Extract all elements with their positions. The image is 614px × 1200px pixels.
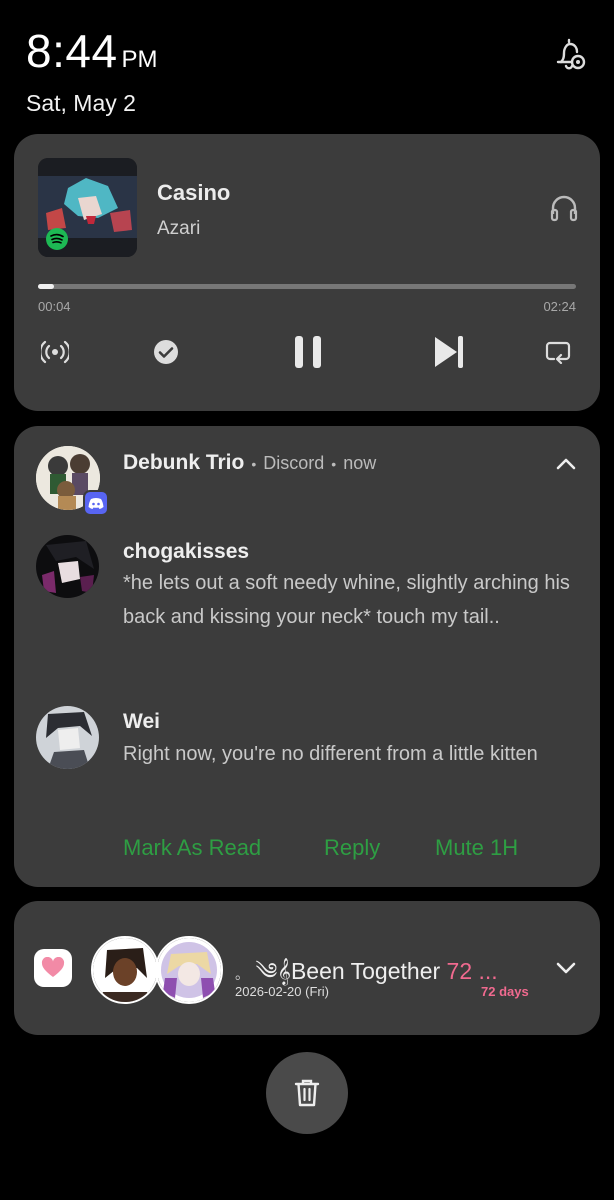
been-together-card[interactable]: 。 ༄𝄞Been Together 72 ... 2026-02-20 (Fri… (14, 901, 600, 1035)
clock-time: 8:44 (26, 25, 118, 77)
reply-button[interactable]: Reply (324, 835, 380, 861)
mute-button[interactable]: Mute 1H (435, 835, 518, 861)
clear-all-button[interactable] (266, 1052, 348, 1134)
discord-notification-card[interactable]: Debunk Trio • Discord • now chogakisses … (14, 426, 600, 887)
headphones-icon[interactable] (550, 194, 578, 222)
title-label: Been Together (290, 958, 441, 984)
message-author: chogakisses (123, 540, 250, 563)
avatar (155, 936, 223, 1004)
elapsed-time: 00:04 (38, 299, 71, 314)
song-title: Casino (157, 180, 231, 205)
media-player-card[interactable]: Casino Azari 00:04 02:24 (14, 134, 600, 411)
duration-time: 02:24 (543, 299, 576, 314)
clock: 8:44 PM (26, 28, 158, 74)
title-decoration: ༄𝄞 (255, 958, 291, 984)
song-artist: Azari (157, 218, 201, 239)
album-art (38, 158, 137, 257)
avatar (36, 535, 99, 598)
heart-app-icon (34, 949, 72, 987)
broadcast-icon[interactable] (38, 335, 72, 369)
pause-button[interactable] (288, 332, 328, 372)
mark-as-read-button[interactable]: Mark As Read (123, 835, 261, 861)
together-title: 。 ༄𝄞Been Together 72 ... (235, 946, 498, 1011)
date: Sat, May 2 (26, 90, 136, 116)
chevron-up-icon[interactable] (554, 452, 578, 476)
message-author: Wei (123, 710, 160, 733)
skip-next-button[interactable] (431, 332, 467, 372)
title-prefix: 。 (235, 966, 249, 982)
start-date: 2026-02-20 (Fri) (235, 984, 329, 999)
title-days: 72 ... (446, 958, 498, 984)
skip-next-icon (435, 336, 463, 368)
group-name: Debunk Trio (123, 451, 245, 474)
repeat-icon[interactable] (541, 335, 575, 369)
notification-header: Debunk Trio • Discord • now (123, 451, 376, 475)
separator-dot: • (331, 456, 337, 472)
message-text: Right now, you're no different from a li… (123, 743, 538, 765)
app-name: Discord (263, 453, 325, 473)
pause-icon (295, 336, 321, 368)
notification-time: now (343, 453, 377, 473)
progress-fill (38, 284, 55, 289)
clock-ampm: PM (121, 46, 158, 73)
status-header: 8:44 PM Sat, May 2 (26, 28, 158, 117)
check-circle-icon[interactable] (149, 335, 183, 369)
discord-icon (83, 490, 109, 516)
avatar (91, 936, 159, 1004)
spotify-icon (46, 228, 68, 250)
avatar (36, 706, 99, 769)
chevron-down-icon[interactable] (554, 955, 578, 979)
trash-icon (294, 1079, 320, 1107)
message-text: *he lets out a soft needy whine, slightl… (123, 572, 570, 628)
separator-dot: • (251, 456, 257, 472)
progress-bar[interactable] (38, 284, 576, 289)
days-count: 72 days (481, 984, 529, 999)
notification-settings-bell-icon[interactable] (554, 36, 588, 72)
